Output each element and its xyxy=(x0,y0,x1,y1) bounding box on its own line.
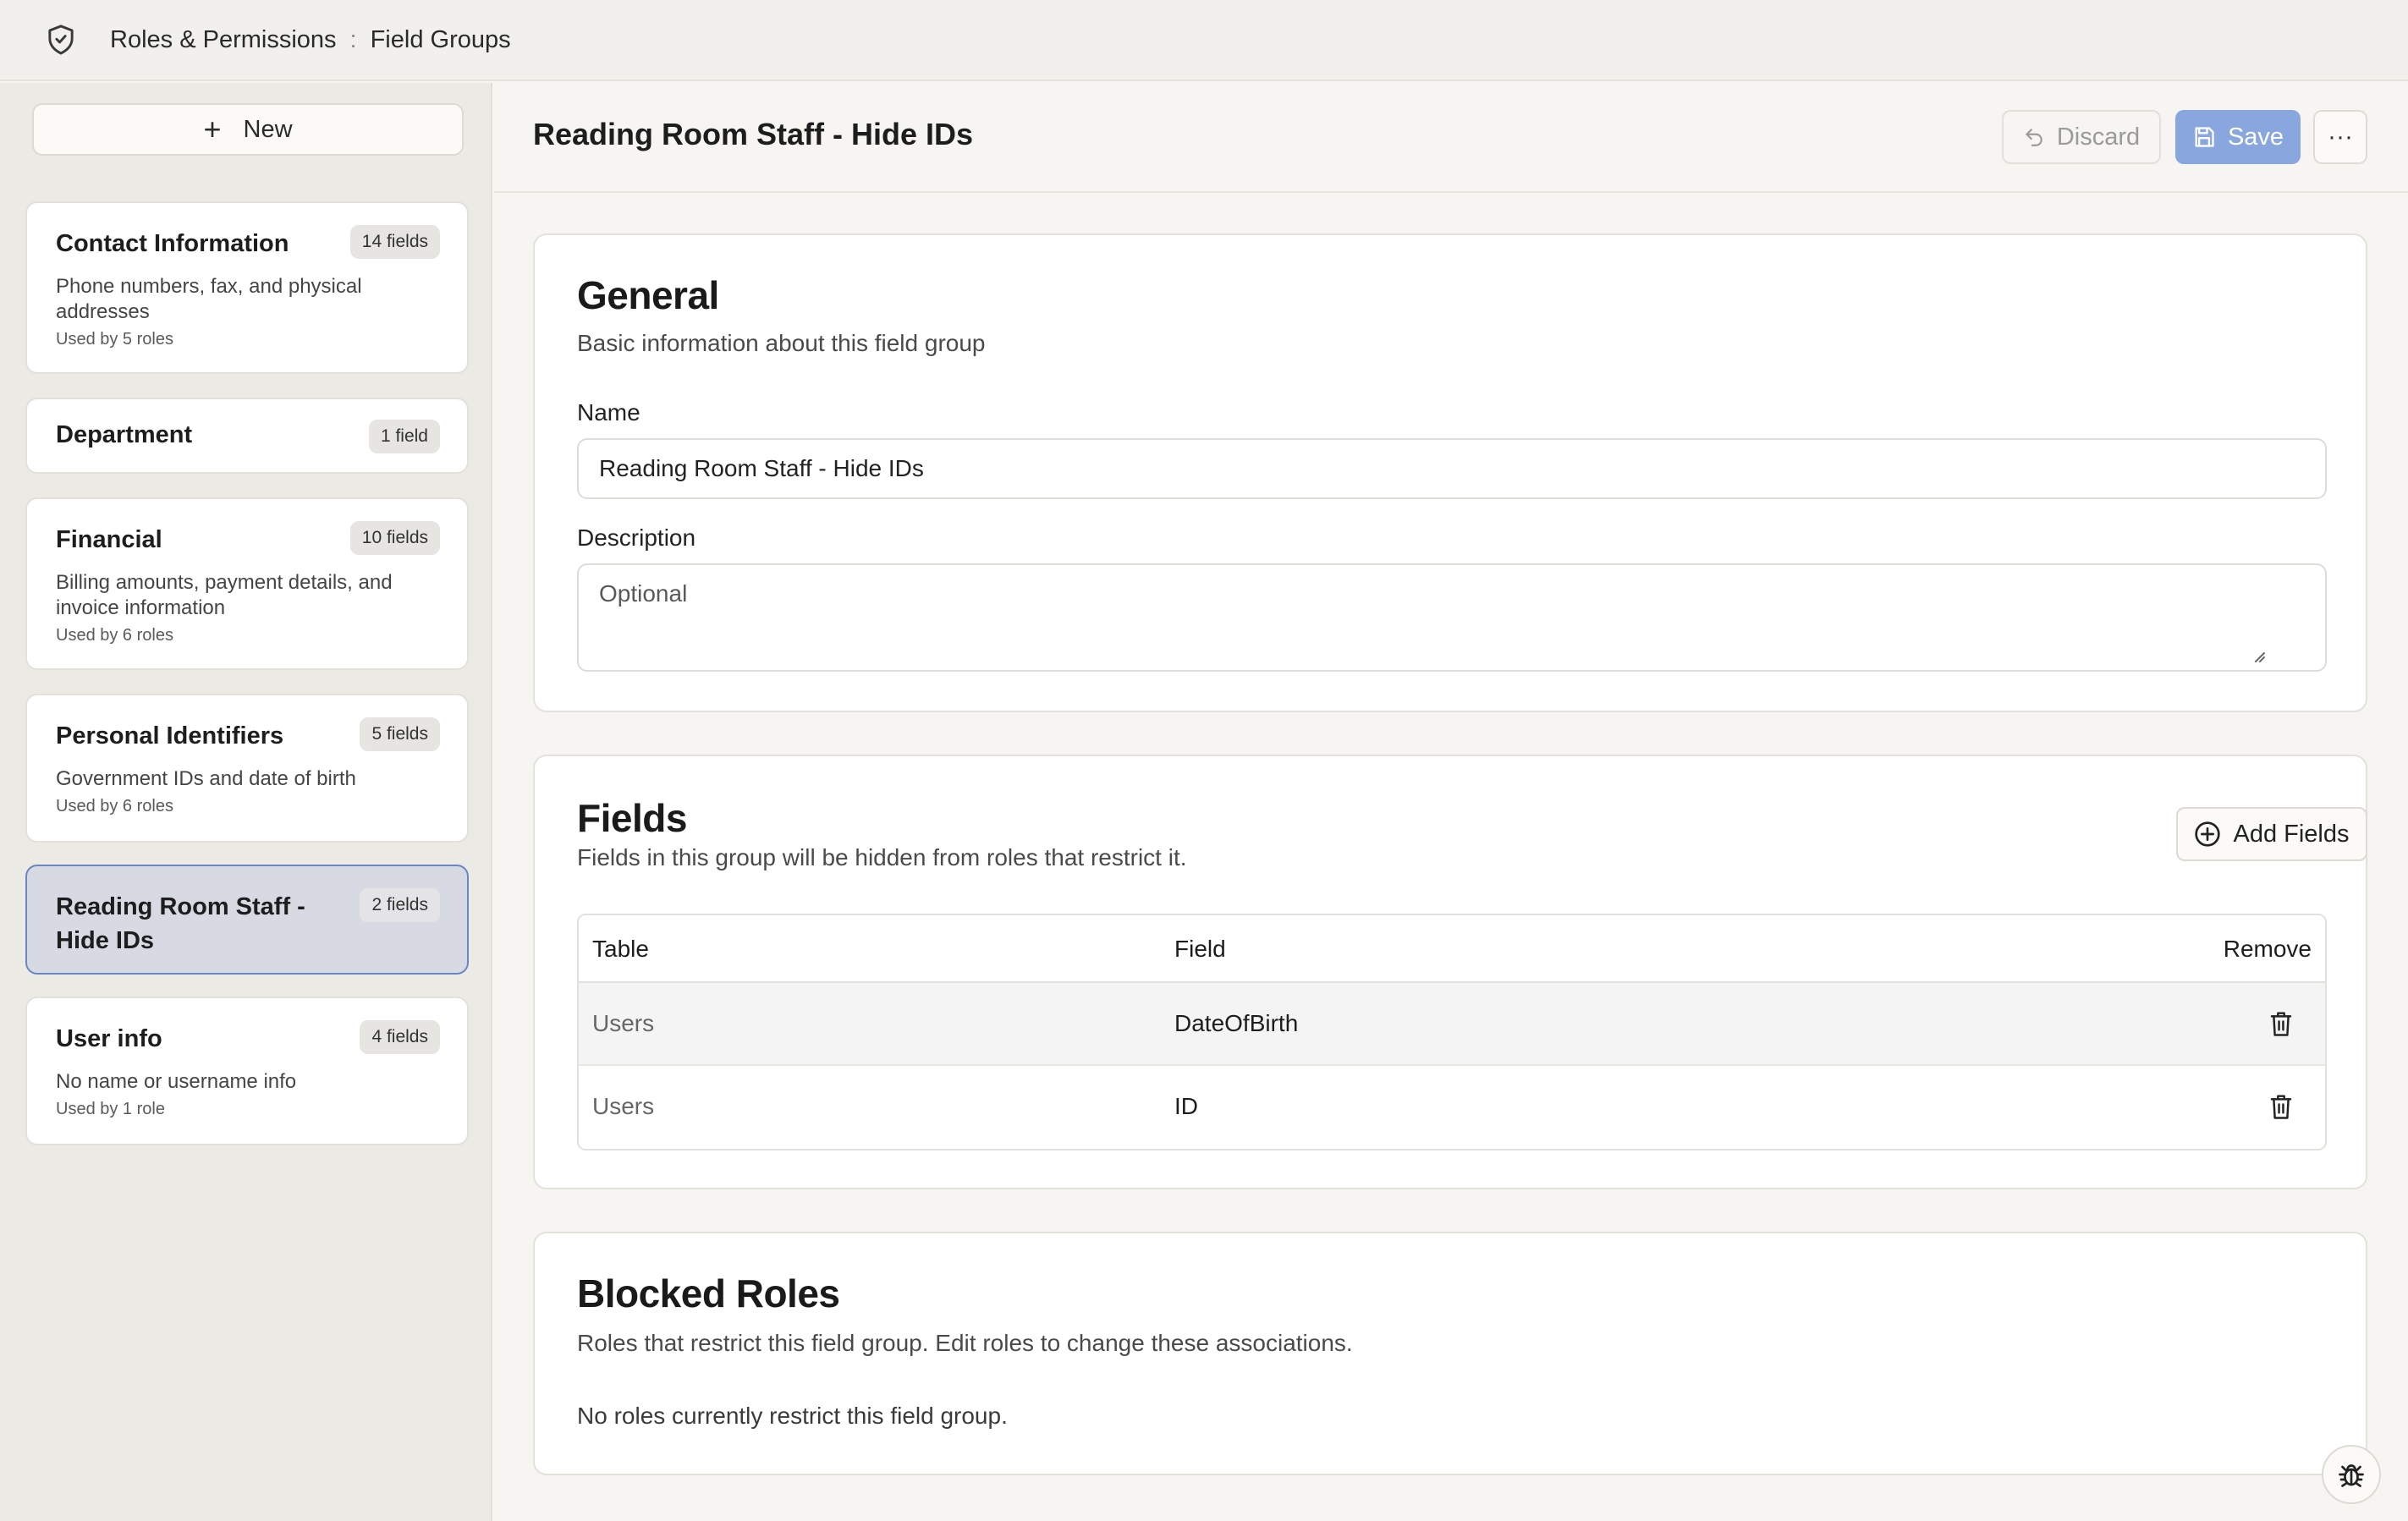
add-fields-label: Add Fields xyxy=(2233,820,2350,848)
add-circle-icon xyxy=(2194,821,2221,848)
add-fields-button[interactable]: Add Fields xyxy=(2176,807,2367,861)
group-card-description: No name or username info xyxy=(56,1070,297,1093)
more-options-button[interactable]: ··· xyxy=(2313,110,2367,164)
group-card-description: Government IDs and date of birth xyxy=(56,767,356,790)
group-card-title: Contact Information xyxy=(56,230,289,257)
resize-handle-icon[interactable] xyxy=(2251,648,2266,663)
trash-icon[interactable] xyxy=(2268,1010,2294,1037)
blocked-roles-empty-text: No roles currently restrict this field g… xyxy=(577,1403,1008,1429)
app-window: Roles & Permissions : Field Groups + New… xyxy=(0,0,2408,1521)
breadcrumb-current: Field Groups xyxy=(370,25,511,53)
new-button-label: New xyxy=(243,115,293,143)
row-field-name: ID xyxy=(1174,1093,1198,1119)
shield-icon xyxy=(44,23,78,57)
description-label: Description xyxy=(577,524,696,551)
name-input[interactable] xyxy=(577,438,2327,499)
row-table-name: Users xyxy=(592,1010,655,1036)
save-button[interactable]: Save xyxy=(2175,110,2301,164)
group-card-badge: 5 fields xyxy=(360,717,440,751)
column-header-table: Table xyxy=(592,936,649,962)
group-card-description: Billing amounts, payment details, and in… xyxy=(56,571,393,619)
group-card-used-by: Used by 1 role xyxy=(56,1100,165,1118)
table-header-row: Table Field Remove xyxy=(579,915,2325,983)
new-group-button[interactable]: + New xyxy=(32,103,464,156)
breadcrumb-separator: : xyxy=(349,25,357,53)
name-label: Name xyxy=(577,399,640,426)
column-header-remove: Remove xyxy=(2223,936,2312,962)
group-card-reading-room-staff[interactable]: Reading Room Staff - Hide IDs 2 fields xyxy=(25,865,469,975)
group-card-personal-identifiers[interactable]: Personal Identifiers 5 fields Government… xyxy=(25,694,469,843)
group-card-title: Personal Identifiers xyxy=(56,722,284,750)
table-row: Users DateOfBirth xyxy=(579,983,2325,1066)
blocked-roles-title: Blocked Roles xyxy=(577,1271,840,1315)
save-icon xyxy=(2192,125,2216,149)
description-textarea[interactable] xyxy=(577,563,2327,672)
group-card-title: Reading Room Staff - Hide IDs xyxy=(56,893,305,954)
group-card-user-info[interactable]: User info 4 fields No name or username i… xyxy=(25,997,469,1145)
row-table-name: Users xyxy=(592,1093,655,1119)
group-card-badge: 1 field xyxy=(368,420,440,453)
group-card-contact-information[interactable]: Contact Information 14 fields Phone numb… xyxy=(25,201,469,374)
blocked-roles-section: Blocked Roles Roles that restrict this f… xyxy=(533,1232,2367,1475)
bug-icon xyxy=(2339,1464,2364,1487)
plus-icon: + xyxy=(203,112,222,146)
page-title: Reading Room Staff - Hide IDs xyxy=(533,117,974,151)
discard-button[interactable]: Discard xyxy=(2002,110,2161,164)
group-card-badge: 4 fields xyxy=(360,1020,440,1054)
group-card-used-by: Used by 5 roles xyxy=(56,330,173,349)
group-card-used-by: Used by 6 roles xyxy=(56,626,173,645)
sidebar: + New Contact Information 14 fields Phon… xyxy=(0,83,492,1521)
save-label: Save xyxy=(2227,123,2284,151)
group-card-title: Department xyxy=(56,421,193,448)
trash-icon[interactable] xyxy=(2268,1093,2294,1120)
group-card-title: Financial xyxy=(56,526,162,553)
group-card-badge: 2 fields xyxy=(360,888,440,922)
bug-report-button[interactable] xyxy=(2322,1445,2381,1504)
more-icon: ··· xyxy=(2328,123,2353,151)
group-card-financial[interactable]: Financial 10 fields Billing amounts, pay… xyxy=(25,497,469,670)
fields-title: Fields xyxy=(577,796,687,840)
group-card-title: User info xyxy=(56,1025,162,1052)
fields-subtitle: Fields in this group will be hidden from… xyxy=(577,844,1187,870)
general-subtitle: Basic information about this field group xyxy=(577,330,986,356)
general-section: General Basic information about this fie… xyxy=(533,233,2367,712)
top-bar: Roles & Permissions : Field Groups xyxy=(0,0,2408,81)
table-row: Users ID xyxy=(579,1066,2325,1149)
fields-table: Table Field Remove Users DateOfBirth Use… xyxy=(577,914,2327,1150)
row-field-name: DateOfBirth xyxy=(1174,1010,1299,1036)
group-card-department[interactable]: Department 1 field xyxy=(25,398,469,474)
group-card-badge: 10 fields xyxy=(349,521,440,555)
blocked-roles-subtitle: Roles that restrict this field group. Ed… xyxy=(577,1330,1353,1356)
discard-label: Discard xyxy=(2056,123,2141,151)
group-card-badge: 14 fields xyxy=(349,225,440,259)
general-title: General xyxy=(577,273,719,317)
group-card-used-by: Used by 6 roles xyxy=(56,797,173,815)
column-header-field: Field xyxy=(1174,936,1226,962)
breadcrumb-root[interactable]: Roles & Permissions xyxy=(110,26,337,54)
main-panel: Reading Room Staff - Hide IDs Discard Sa… xyxy=(494,83,2408,1521)
fields-section: Fields Fields in this group will be hidd… xyxy=(533,755,2367,1189)
undo-icon xyxy=(2023,126,2045,148)
main-header: Reading Room Staff - Hide IDs Discard Sa… xyxy=(494,83,2408,193)
group-card-description: Phone numbers, fax, and physical address… xyxy=(56,275,362,323)
